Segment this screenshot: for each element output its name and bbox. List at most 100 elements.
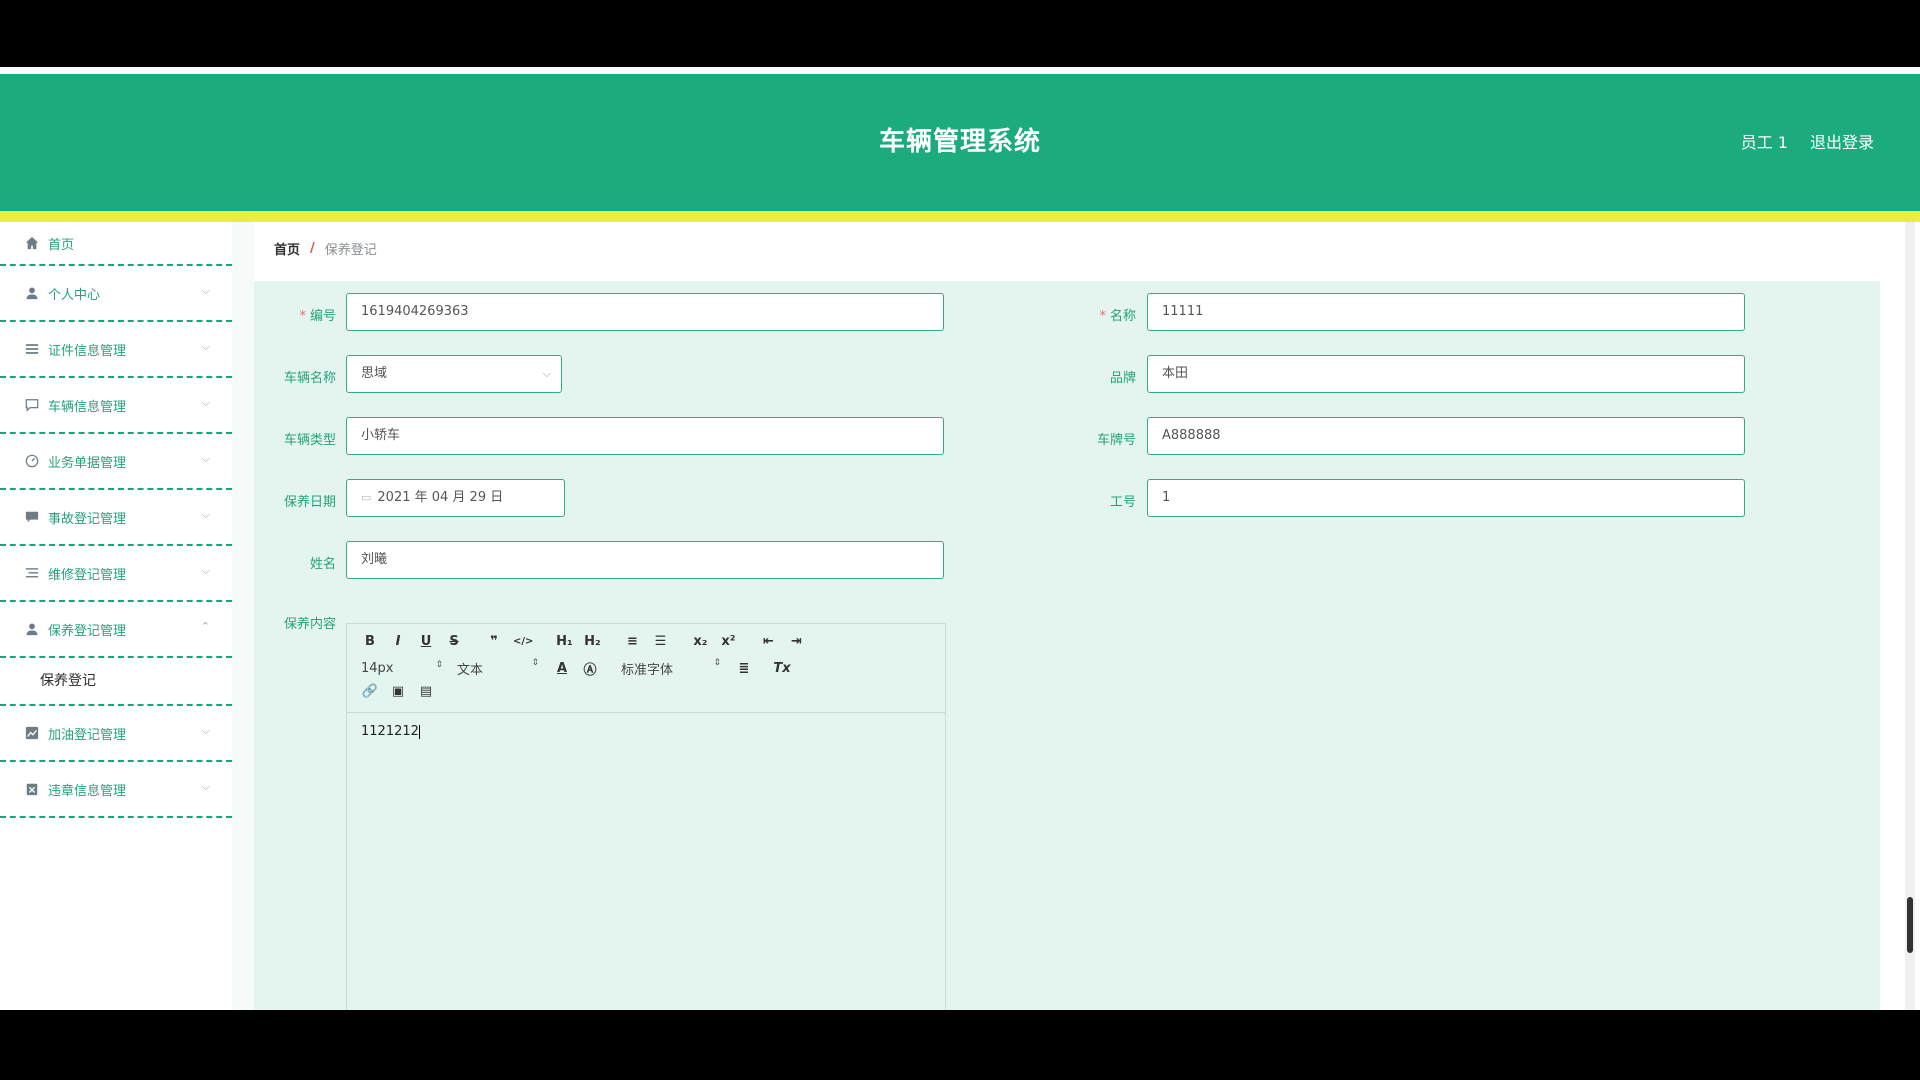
editor-toolbar: B I U S ❞ </> H₁ H₂ ≡ ☰ x₂ x² ⇤ ⇥ 14px⇕ — [347, 624, 945, 713]
updown-icon: ⇕ — [531, 658, 539, 668]
header-bar: 车辆管理系统 员工 1 退出登录 — [0, 74, 1920, 222]
label-brand: 品牌 — [1109, 371, 1136, 386]
breadcrumb-current: 保养登记 — [324, 242, 377, 258]
chat-icon — [24, 397, 40, 413]
sidebar-item-label: 事故登记管理 — [48, 511, 127, 527]
label-maintenance-date: 保养日期 — [283, 495, 336, 510]
code-button[interactable]: </> — [513, 636, 533, 647]
toolbar-row-1: B I U S ❞ </> H₁ H₂ ≡ ☰ x₂ x² ⇤ ⇥ — [361, 634, 815, 649]
number-field[interactable]: 1619404269363 — [346, 293, 944, 331]
ordered-list-button[interactable]: ≡ — [623, 634, 641, 649]
quote-button[interactable]: ❞ — [485, 634, 503, 649]
font-color-button[interactable]: A — [553, 661, 571, 676]
chevron-down-icon: ⌵ — [201, 396, 210, 409]
strike-button[interactable]: S — [445, 634, 463, 649]
submenu-maintenance-register[interactable]: 保养登记 — [0, 658, 232, 706]
bold-button[interactable]: B — [361, 634, 379, 649]
chevron-down-icon: ⌵ — [201, 564, 210, 577]
calendar-icon: ▭ — [361, 491, 372, 504]
chevron-down-icon: ⌵ — [201, 724, 210, 737]
employee-id-field[interactable]: 1 — [1147, 479, 1745, 517]
breadcrumb: 首页 / 保养登记 — [254, 223, 1880, 273]
list-icon — [24, 341, 40, 357]
person-name-field[interactable]: 刘曦 — [346, 541, 944, 579]
label-employee-id: 工号 — [1109, 495, 1136, 510]
home-icon — [24, 235, 40, 251]
sidebar-item-accidents[interactable]: 事故登记管理 ⌵ — [0, 490, 232, 546]
subscript-button[interactable]: x₂ — [691, 634, 709, 649]
sidebar-item-personal-center[interactable]: 个人中心 ⌵ — [0, 266, 232, 322]
name-field[interactable]: 11111 — [1147, 293, 1745, 331]
sidebar-item-label: 加油登记管理 — [48, 727, 127, 743]
sidebar-item-label: 违章信息管理 — [48, 783, 127, 799]
maintenance-form: * 编号 1619404269363 * 名称 11111 车辆名称 思域 ⌵ 品牌 … — [254, 281, 1880, 1010]
user-icon — [24, 621, 40, 637]
clipboard-icon — [24, 781, 40, 797]
sidebar-item-vehicles[interactable]: 车辆信息管理 ⌵ — [0, 378, 232, 434]
paragraph-select[interactable]: 文本 ⇕ — [457, 658, 539, 678]
breadcrumb-home[interactable]: 首页 — [274, 239, 300, 258]
current-user: 员工 1 — [1740, 133, 1788, 152]
background-color-button[interactable]: Ⓐ — [581, 659, 599, 678]
indent-button[interactable]: ⇥ — [787, 634, 805, 649]
link-button[interactable]: 🔗 — [361, 684, 379, 699]
sidebar-item-home[interactable]: 首页 — [0, 222, 232, 266]
brand-field[interactable]: 本田 — [1147, 355, 1745, 393]
sidebar-item-certificates[interactable]: 证件信息管理 ⌵ — [0, 322, 232, 378]
label-vehicle-type: 车辆类型 — [283, 433, 336, 448]
toolbar-row-2: 14px ⇕ 文本 ⇕ A Ⓐ 标准字体 ⇕ ≣ Tx — [361, 658, 801, 678]
editor-content[interactable]: 1121212 — [361, 724, 420, 739]
vehicle-name-select[interactable]: 思域 ⌵ — [346, 355, 562, 393]
page-scrollbar[interactable] — [1905, 222, 1915, 1010]
breadcrumb-separator: / — [310, 240, 315, 256]
sidebar-item-fuel[interactable]: 加油登记管理 ⌵ — [0, 706, 232, 762]
chevron-down-icon: ⌵ — [201, 452, 210, 465]
maintenance-date-picker[interactable]: ▭ 2021 年 04 月 29 日 — [346, 479, 565, 517]
label-plate: 车牌号 — [1096, 433, 1136, 448]
bullet-list-button[interactable]: ☰ — [651, 634, 669, 649]
header-accent-strip — [0, 211, 1920, 222]
image-button[interactable]: ▣ — [389, 684, 407, 699]
clear-format-button[interactable]: Tx — [773, 661, 791, 676]
sidebar-item-label: 车辆信息管理 — [48, 399, 127, 415]
align-button[interactable]: ≣ — [735, 661, 753, 676]
logout-button[interactable]: 退出登录 — [1810, 74, 1874, 211]
h1-button[interactable]: H₁ — [555, 634, 573, 649]
message-icon — [24, 509, 40, 525]
text-caret — [418, 724, 420, 739]
label-vehicle-name: 车辆名称 — [283, 371, 336, 386]
list-icon — [24, 565, 40, 581]
sidebar-item-violations[interactable]: 违章信息管理 ⌵ — [0, 762, 232, 818]
vehicle-type-field[interactable]: 小轿车 — [346, 417, 944, 455]
label-person-name: 姓名 — [309, 557, 336, 572]
sidebar-item-label: 保养登记管理 — [48, 623, 127, 639]
superscript-button[interactable]: x² — [719, 634, 737, 649]
label-maintenance-content: 保养内容 — [283, 617, 336, 632]
h2-button[interactable]: H₂ — [583, 634, 601, 649]
underline-button[interactable]: U — [417, 634, 435, 649]
outdent-button[interactable]: ⇤ — [759, 634, 777, 649]
chevron-down-icon: ⌵ — [542, 367, 551, 380]
label-number: * 编号 — [299, 309, 336, 324]
italic-button[interactable]: I — [389, 634, 407, 649]
font-family-select[interactable]: 标准字体 ⇕ — [621, 658, 721, 678]
video-button[interactable]: ▤ — [417, 684, 435, 699]
sidebar-item-repairs[interactable]: 维修登记管理 ⌵ — [0, 546, 232, 602]
sidebar-item-business-docs[interactable]: 业务单据管理 ⌵ — [0, 434, 232, 490]
label-name: * 名称 — [1099, 309, 1136, 324]
chevron-down-icon: ⌵ — [201, 780, 210, 793]
user-icon — [24, 285, 40, 301]
font-size-select[interactable]: 14px ⇕ — [361, 660, 443, 676]
sidebar-item-maintenance[interactable]: 保养登记管理 ⌃ — [0, 602, 232, 658]
updown-icon: ⇕ — [713, 658, 721, 668]
chevron-up-icon: ⌃ — [200, 620, 210, 633]
plate-field[interactable]: A888888 — [1147, 417, 1745, 455]
app-window: 车辆管理系统 员工 1 退出登录 首页 个人中心 ⌵ 证件信息管理 ⌵ 车辆信息… — [0, 67, 1920, 1010]
chevron-down-icon: ⌵ — [201, 284, 210, 297]
sidebar-item-label: 维修登记管理 — [48, 567, 127, 583]
chevron-down-icon: ⌵ — [201, 340, 210, 353]
chevron-down-icon: ⌵ — [201, 508, 210, 521]
sidebar-item-label: 个人中心 — [48, 287, 101, 303]
sidebar-item-label: 证件信息管理 — [48, 343, 127, 359]
scrollbar-thumb[interactable] — [1907, 897, 1913, 953]
